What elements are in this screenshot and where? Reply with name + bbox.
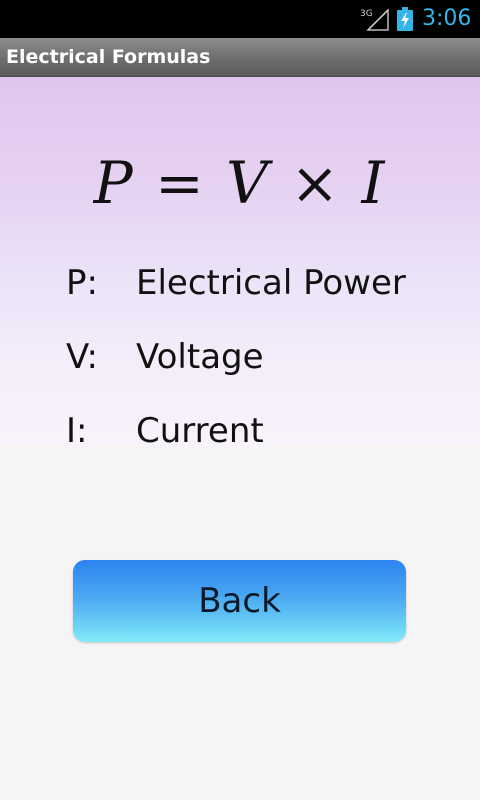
definition-symbol: I: (66, 411, 88, 451)
definition-symbol: P: (66, 263, 98, 303)
definition-meaning: Electrical Power (136, 263, 406, 303)
back-button[interactable]: Back (73, 560, 406, 642)
definition-meaning: Current (136, 411, 264, 451)
page-title: Electrical Formulas (6, 46, 211, 68)
formula: P = V × I (0, 147, 480, 219)
signal-3g-icon: 3G (360, 8, 389, 31)
formula-panel: P = V × I P: Electrical Power V: Voltage… (0, 77, 480, 451)
formula-equals-sign: = (155, 149, 206, 217)
definition-meaning: Voltage (136, 337, 264, 377)
formula-current-symbol: I (361, 149, 387, 217)
formula-times-sign: × (290, 149, 342, 217)
formula-power-symbol: P (93, 149, 135, 217)
battery-charging-icon (397, 7, 413, 31)
formula-voltage-symbol: V (226, 149, 270, 217)
definition-symbol: V: (66, 337, 98, 377)
status-time: 3:06 (422, 6, 472, 31)
network-type-label: 3G (360, 9, 373, 19)
status-bar: 3G 3:06 (0, 0, 480, 38)
back-button-label: Back (198, 581, 281, 621)
title-bar: Electrical Formulas (0, 38, 480, 77)
